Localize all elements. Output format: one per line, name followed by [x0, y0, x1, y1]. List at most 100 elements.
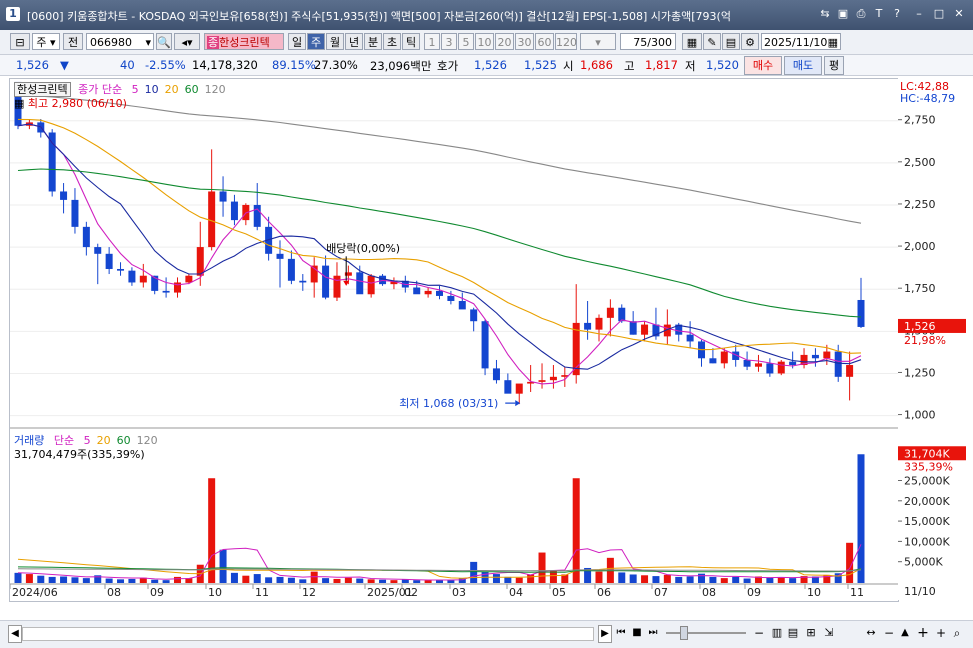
ma-legend-20: 20: [164, 83, 179, 96]
volume-bar: [253, 574, 261, 583]
interval-button-60[interactable]: 60: [535, 33, 554, 50]
candle-body: [367, 275, 375, 295]
volume-bar: [310, 571, 318, 583]
zoom-in-icon[interactable]: +: [934, 625, 948, 641]
buy-button[interactable]: 매수: [744, 56, 782, 75]
flat-button[interactable]: 평: [824, 56, 844, 75]
candle-body: [253, 204, 261, 227]
volume-ratio: 89.15%: [272, 58, 316, 72]
layout-icon[interactable]: ⊟: [10, 33, 30, 50]
period-tab-4[interactable]: 분: [364, 33, 382, 50]
period-tab-5[interactable]: 초: [383, 33, 401, 50]
volume-bar: [60, 576, 68, 583]
interval-button-10[interactable]: 10: [475, 33, 494, 50]
vol-tag: 31,704K: [904, 447, 950, 460]
count-input[interactable]: 75/300: [620, 33, 676, 50]
zoom-slider-thumb[interactable]: [680, 626, 688, 640]
volume-bar: [105, 578, 113, 583]
interval-button-120[interactable]: 120: [555, 33, 577, 50]
sell-button[interactable]: 매도: [784, 56, 822, 75]
zoom-out-icon[interactable]: −: [752, 625, 766, 641]
low-price: 1,520: [706, 58, 739, 72]
candle-body: [436, 290, 443, 296]
chart-panel[interactable]: 최저 1,068 (03/31) 배당락(0,00%) 2024/06 08 09 10 1…: [9, 78, 899, 602]
bar-chart-icon[interactable]: ▥: [770, 625, 784, 641]
volume-bar: [344, 577, 352, 583]
grid-view-icon[interactable]: ⊞: [804, 625, 818, 641]
period-tab-2[interactable]: 월: [326, 33, 344, 50]
volume-bar: [686, 576, 694, 583]
screen-icon[interactable]: ▣: [836, 7, 850, 21]
period-select[interactable]: 주 ▾: [32, 33, 60, 50]
interval-button-20[interactable]: 20: [495, 33, 514, 50]
arrows-icon[interactable]: ↔: [864, 625, 878, 641]
link-icon[interactable]: ⇆: [818, 7, 832, 21]
stock-name-button[interactable]: 종한성크린텍: [204, 33, 284, 50]
help-icon[interactable]: ?: [890, 7, 904, 21]
triangle-icon[interactable]: ▲: [898, 625, 912, 641]
close-icon[interactable]: ✕: [952, 7, 966, 21]
stock-code-input[interactable]: 066980 ▾: [86, 33, 154, 50]
interval-button-5[interactable]: 5: [458, 33, 474, 50]
rewind-icon[interactable]: ⏮: [614, 625, 628, 641]
candle-body: [48, 132, 56, 192]
open-label: 시: [563, 59, 574, 73]
print-icon[interactable]: ⎙: [854, 7, 868, 21]
period-tab-6[interactable]: 틱: [402, 33, 420, 50]
scroll-left-icon[interactable]: ◀: [8, 625, 22, 643]
stop-icon[interactable]: ■: [630, 625, 644, 641]
plus-icon[interactable]: +: [916, 625, 930, 641]
volume-bar: [276, 576, 284, 583]
interval-dropdown[interactable]: ▾: [580, 33, 616, 50]
chart-type-icon[interactable]: ▦: [682, 33, 702, 50]
vol-label-3: 10,000K: [904, 535, 950, 548]
bar-chart-alt-icon[interactable]: ▤: [786, 625, 800, 641]
high-note: 최고 2,980 (06/10): [27, 97, 127, 110]
scroll-track[interactable]: [22, 627, 594, 641]
turnover-rate: 27.30%: [314, 58, 358, 72]
forward-icon[interactable]: ⏭: [646, 625, 660, 641]
font-icon[interactable]: T: [872, 7, 886, 21]
period-tab-1[interactable]: 주: [307, 33, 325, 50]
volume-bar: [230, 572, 238, 583]
price-volume-chart[interactable]: 최저 1,068 (03/31) 배당락(0,00%) 2024/06 08 09 10 1…: [9, 79, 898, 601]
volume-bar: [287, 577, 295, 583]
interval-button-3[interactable]: 3: [441, 33, 457, 50]
volume-bar: [151, 579, 159, 583]
candle-body: [777, 361, 785, 374]
x-label-1: 08: [107, 586, 121, 599]
candle-body: [424, 290, 432, 295]
y-label-3: 2,000: [904, 240, 936, 253]
prev-button[interactable]: 전: [63, 33, 83, 50]
fit-icon[interactable]: ⇲: [822, 625, 836, 641]
ma-legend-120: 120: [204, 83, 226, 96]
volume-bar: [436, 580, 443, 583]
interval-button-30[interactable]: 30: [515, 33, 534, 50]
candle-body: [504, 380, 512, 394]
scroll-right-icon[interactable]: ▶: [598, 625, 612, 643]
draw-icon[interactable]: ✎: [703, 33, 721, 50]
speaker-icon[interactable]: ◂▾: [174, 33, 200, 50]
volume-bar: [25, 574, 33, 583]
candle-body: [789, 361, 797, 366]
x-label-16: 11: [850, 586, 864, 599]
candle-body: [618, 307, 626, 322]
zoom-slider[interactable]: [666, 632, 746, 634]
period-tab-0[interactable]: 일: [288, 33, 306, 50]
candle-body: [481, 321, 489, 369]
date-input[interactable]: 2025/11/10 ▦: [761, 33, 841, 50]
volume-bar: [379, 579, 387, 583]
save-icon[interactable]: ▤: [722, 33, 740, 50]
maximize-icon[interactable]: □: [932, 7, 946, 21]
minus-icon[interactable]: −: [882, 625, 896, 641]
search-icon[interactable]: 🔍: [156, 33, 172, 50]
candle-body: [641, 324, 649, 335]
magnify-icon[interactable]: ⌕: [950, 625, 964, 641]
interval-button-1[interactable]: 1: [424, 33, 440, 50]
volume-bar: [641, 575, 649, 583]
period-tab-3[interactable]: 년: [345, 33, 363, 50]
minimize-icon[interactable]: –: [912, 7, 926, 21]
volume-bar: [71, 577, 79, 583]
settings-icon[interactable]: ⚙: [741, 33, 759, 50]
x-label-3: 10: [208, 586, 222, 599]
